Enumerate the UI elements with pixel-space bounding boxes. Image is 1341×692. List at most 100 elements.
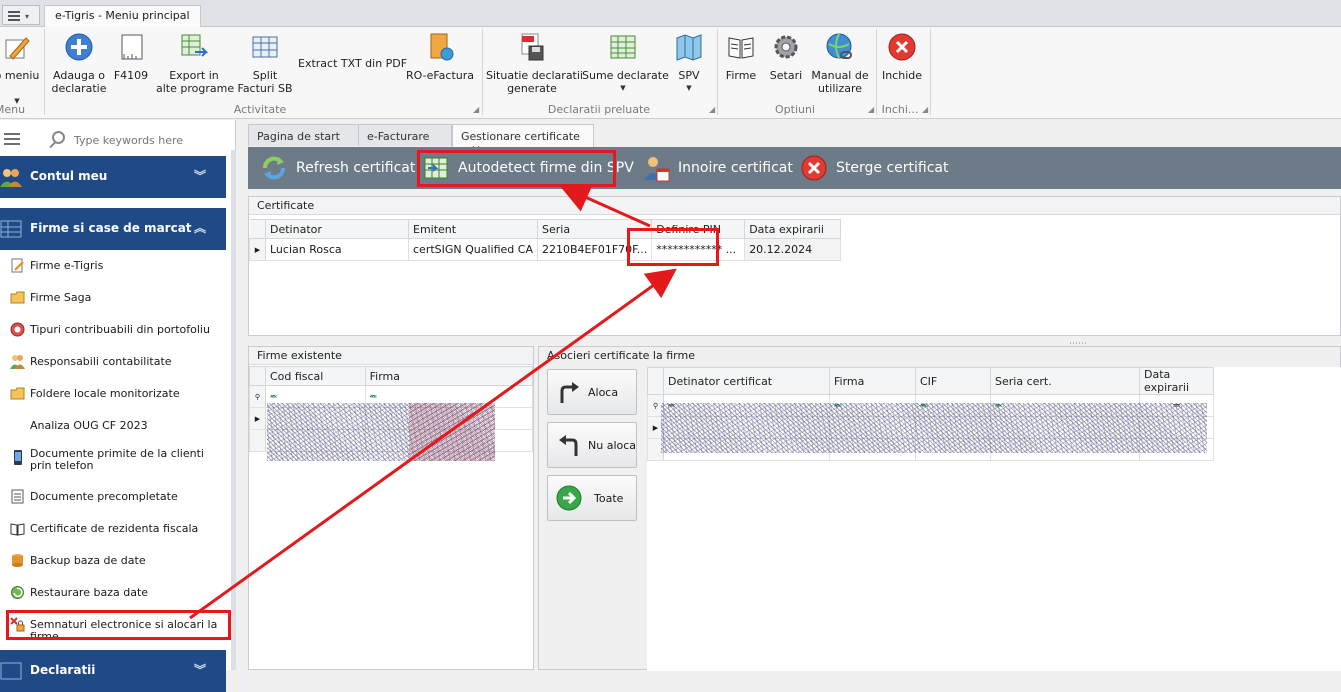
ribbon: o meniu ▼ Menu Adauga odeclaratie F4109 …: [0, 27, 1341, 119]
f4109-button[interactable]: F4109: [110, 27, 152, 101]
book-open-icon: [10, 523, 25, 536]
pdf-save-icon: [521, 33, 544, 61]
nav-item-certificate-rezidenta[interactable]: Certificate de rezidenta fiscala: [8, 515, 228, 543]
certificates-table: Detinator Emitent Seria Definire PIN Dat…: [249, 219, 842, 261]
window-title-tab[interactable]: e-Tigris - Meniu principal: [44, 5, 201, 27]
aloca-button[interactable]: Aloca: [547, 369, 637, 415]
firme-button[interactable]: Firme: [720, 27, 762, 101]
sterge-certificat-button[interactable]: Sterge certificat: [796, 147, 948, 189]
extract-txt-button[interactable]: Extract TXT din PDF: [298, 27, 407, 101]
spreadsheet-icon: [610, 35, 636, 59]
hamburger-icon[interactable]: [4, 133, 20, 145]
group-launcher-icon[interactable]: ◢: [922, 105, 928, 114]
text-filter-icon[interactable]: ᴬᴮᶜ: [270, 394, 278, 402]
refresh-certificate-button[interactable]: Refresh certificat: [256, 147, 416, 189]
asocieri-title: Asocieri certificate la firme: [539, 347, 1340, 365]
delete-circle-icon: [801, 155, 827, 181]
spv-button[interactable]: SPV ▼: [666, 27, 712, 101]
database-icon: [12, 554, 23, 567]
turn-right-arrow-icon: [560, 382, 579, 403]
nav-item-responsabili[interactable]: Responsabili contabilitate: [8, 348, 228, 376]
nav-item-analiza-oug[interactable]: Analiza OUG CF 2023: [8, 412, 228, 440]
manual-button[interactable]: Manual de utilizare: [810, 27, 870, 101]
nav-section-declaratii[interactable]: Declaratii ︾: [0, 650, 226, 692]
row-indicator-icon: ▶: [249, 407, 266, 430]
nav-section-firme[interactable]: Firme si case de marcat ︽: [0, 208, 226, 250]
seal-icon: [10, 322, 25, 337]
chevron-down-icon: ▼: [620, 84, 626, 92]
nav-item-tipuri-contribuabili[interactable]: Tipuri contribuabili din portofoliu: [8, 316, 228, 344]
col-data-expirarii[interactable]: Data expirarii: [744, 219, 842, 239]
nav-item-firme-etigris[interactable]: Firme e-Tigris: [8, 252, 228, 280]
book-globe-icon: [430, 33, 454, 61]
nu-aloca-button[interactable]: Nu aloca: [547, 422, 637, 468]
title-bar: ▾ e-Tigris - Meniu principal: [0, 0, 1341, 27]
annotation-highlight-nav-item: [6, 610, 231, 640]
col-cod-fiscal[interactable]: Cod fiscal: [264, 366, 366, 386]
search-icon: [52, 131, 65, 144]
users-icon: [10, 355, 25, 369]
edit-pencil-icon: [5, 37, 30, 60]
toate-button[interactable]: Toate: [547, 475, 637, 521]
filter-icon: ⚲: [249, 385, 266, 408]
tab-pagina-de-start[interactable]: Pagina de start: [248, 124, 360, 146]
text-filter-icon[interactable]: ᴬᴮᶜ: [370, 394, 378, 402]
col-emitent[interactable]: Emitent: [408, 219, 538, 239]
tab-gestionare-certificate[interactable]: Gestionare certificate✕: [452, 124, 594, 157]
group-label-activitate: Activitate: [233, 103, 287, 116]
group-launcher-icon[interactable]: ◢: [709, 105, 715, 114]
situatie-declaratii-button[interactable]: Situatie declaratii generate: [486, 27, 583, 101]
ribbon-menu-button[interactable]: o meniu ▼: [0, 27, 40, 105]
export-button[interactable]: Export in alte programe: [156, 27, 234, 101]
nav-item-foldere-locale[interactable]: Foldere locale monitorizate: [8, 380, 228, 408]
group-launcher-icon[interactable]: ◢: [473, 105, 479, 114]
document-pencil-icon: [11, 258, 24, 273]
content-area: Pagina de start e-Facturare Gestionare c…: [244, 120, 1341, 671]
innoire-certificat-button[interactable]: Innoire certificat: [638, 147, 793, 189]
grid-icon: [0, 662, 22, 680]
document-list-icon: [11, 489, 24, 504]
chevron-down-icon: ▾: [25, 12, 30, 21]
annotation-highlight-autodetect: [417, 150, 616, 187]
refresh-icon: [263, 156, 285, 180]
nav-item-backup[interactable]: Backup baza de date: [8, 547, 228, 575]
group-label-declaratii: Declaratii preluate: [547, 103, 651, 116]
nav-item-documente-precompletate[interactable]: Documente precompletate: [8, 483, 228, 511]
nav-section-contul-meu[interactable]: Contul meu ︾: [0, 156, 226, 198]
nav-search-input[interactable]: [72, 131, 222, 149]
tab-e-facturare[interactable]: e-Facturare: [358, 124, 452, 146]
nav-item-firme-saga[interactable]: Firme Saga: [8, 284, 228, 312]
split-invoices-button[interactable]: Split Facturi SB: [234, 27, 296, 101]
row-indicator-icon: ▶: [249, 238, 266, 261]
asocieri-grid: Detinator certificat Firma CIF Seria cer…: [647, 367, 1341, 671]
col-cif[interactable]: CIF: [915, 367, 991, 395]
nav-item-restaurare[interactable]: Restaurare baza date: [8, 579, 228, 607]
inchide-button[interactable]: Inchide: [880, 27, 924, 101]
sume-declarate-button[interactable]: Sume declarate ▼: [582, 27, 669, 101]
app-menu-button[interactable]: ▾: [2, 5, 40, 25]
table-row[interactable]: ▶ Lucian Rosca certSIGN Qualified CA 221…: [249, 238, 842, 261]
nav-item-documente-telefon[interactable]: Documente primite de la clienti prin tel…: [8, 444, 228, 480]
folder-icon: [10, 387, 25, 400]
turn-left-arrow-icon: [559, 435, 578, 456]
nav-scrollbar[interactable]: [231, 150, 236, 670]
col-data-expirarii[interactable]: Data expirarii: [1139, 367, 1214, 395]
col-seria-cert[interactable]: Seria cert.: [990, 367, 1140, 395]
book-open-icon: [728, 37, 754, 59]
gear-icon: [774, 35, 798, 59]
user-calendar-icon: [644, 157, 670, 182]
group-label-inchide: Inchi...: [881, 103, 919, 116]
group-launcher-icon[interactable]: ◢: [868, 105, 874, 114]
grid-icon: [252, 36, 278, 58]
col-firma[interactable]: Firma: [364, 366, 534, 386]
globe-link-icon: [826, 33, 852, 59]
col-detinator[interactable]: Detinator: [265, 219, 409, 239]
add-declaration-button[interactable]: Adauga o declaratie: [50, 27, 108, 101]
col-firma[interactable]: Firma: [829, 367, 916, 395]
ro-efactura-button[interactable]: RO-eFactura: [404, 27, 476, 101]
col-detinator-certificat[interactable]: Detinator certificat: [663, 367, 830, 395]
certificates-title: Certificate: [249, 197, 1340, 215]
asocieri-panel: Asocieri certificate la firme Aloca Nu a…: [538, 346, 1341, 671]
chevron-double-up-icon: ︽: [193, 221, 206, 235]
setari-button[interactable]: Setari: [764, 27, 808, 101]
